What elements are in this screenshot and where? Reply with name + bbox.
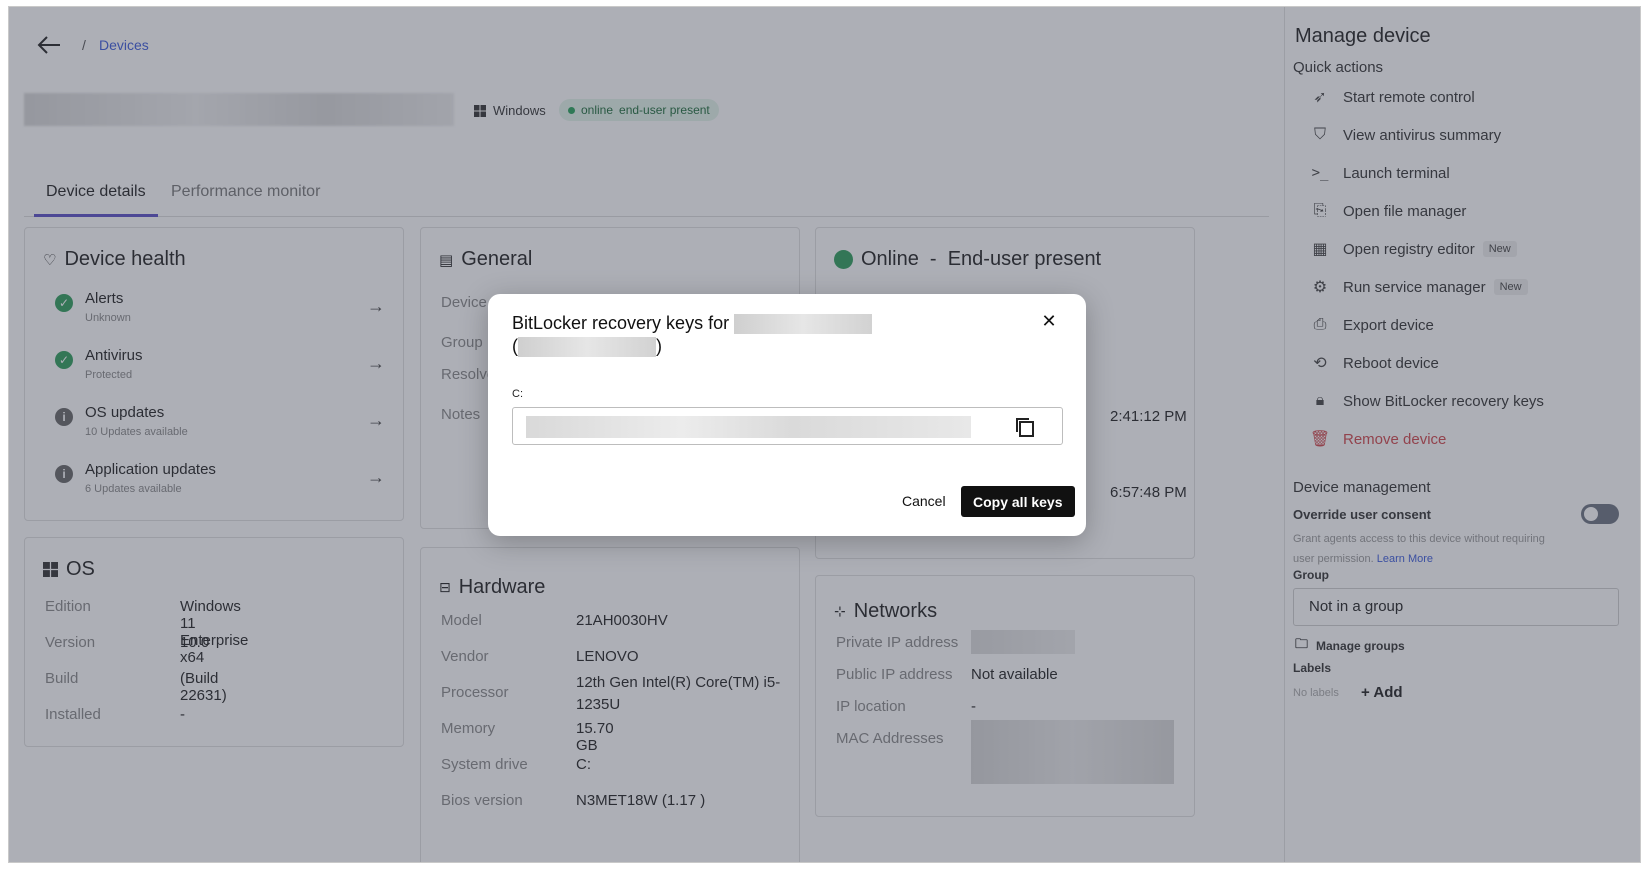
close-icon[interactable]: ✕ [1038, 310, 1060, 332]
copy-all-keys-button[interactable]: Copy all keys [961, 486, 1075, 517]
device-name-redacted [734, 314, 873, 335]
recovery-key-redacted [526, 416, 971, 438]
bitlocker-keys-dialog: BitLocker recovery keys for () ✕ C: Canc… [488, 294, 1086, 536]
recovery-key-field[interactable] [512, 407, 1063, 445]
device-id-redacted [518, 337, 656, 358]
drive-label: C: [512, 388, 523, 400]
copy-icon[interactable] [1014, 416, 1036, 438]
dialog-title: BitLocker recovery keys for () [512, 312, 873, 358]
cancel-button[interactable]: Cancel [892, 486, 956, 516]
